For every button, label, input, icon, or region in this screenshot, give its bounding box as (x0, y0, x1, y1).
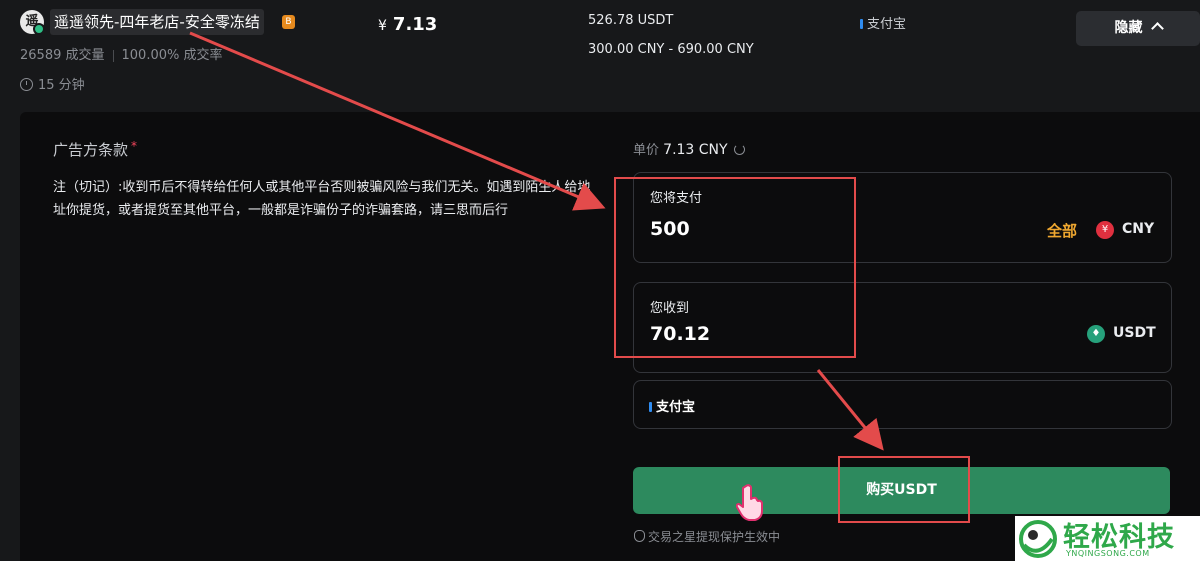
hand-pointer-icon (736, 484, 763, 521)
watermark-logo-icon (1019, 520, 1057, 558)
arrow-to-buy (816, 369, 884, 451)
watermark-url: YNQINGSONG.COM (1066, 549, 1150, 558)
arrow-to-amounts (189, 31, 606, 211)
annotation-arrows (189, 31, 884, 451)
